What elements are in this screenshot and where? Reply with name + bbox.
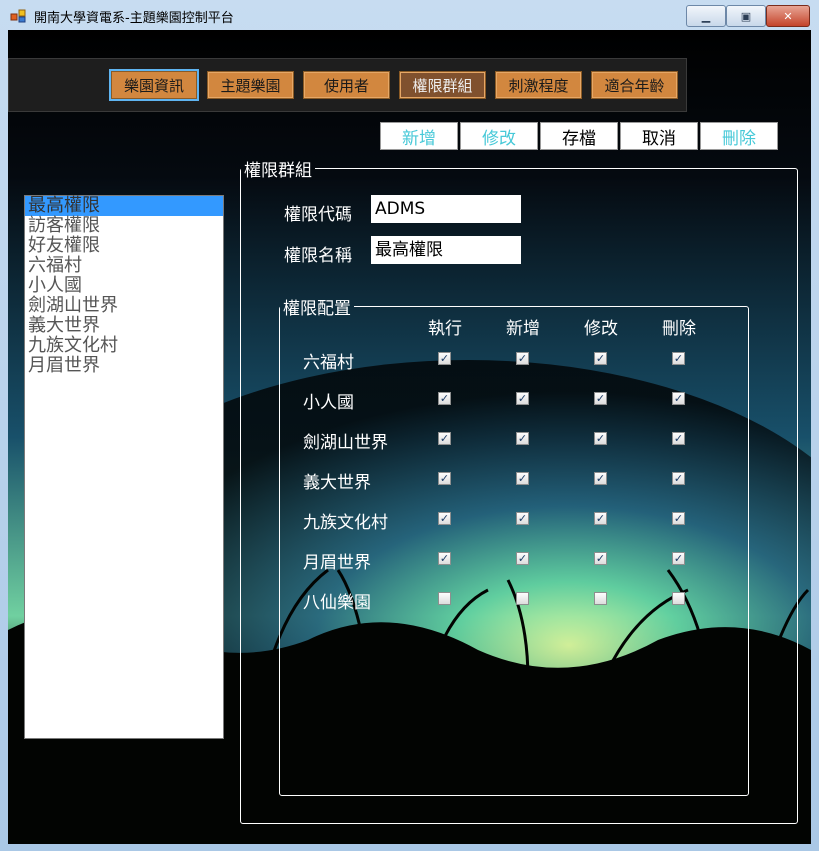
- permission-checkbox[interactable]: ✓: [672, 472, 685, 485]
- permission-checkbox[interactable]: ✓: [438, 392, 451, 405]
- menu-users[interactable]: 使用者: [303, 71, 390, 99]
- permission-checkbox[interactable]: [672, 592, 685, 605]
- list-item[interactable]: 九族文化村: [25, 336, 223, 356]
- menu-thrill-level[interactable]: 刺激程度: [495, 71, 582, 99]
- nav-menu-bar: 樂園資訊 主題樂園 使用者 權限群組 刺激程度 適合年齡: [8, 58, 687, 112]
- list-item[interactable]: 小人國: [25, 276, 223, 296]
- permission-checkbox[interactable]: ✓: [672, 552, 685, 565]
- config-row-label: 劍湖山世界: [303, 433, 388, 453]
- config-row-label: 八仙樂園: [303, 593, 371, 613]
- permission-checkbox[interactable]: ✓: [594, 352, 607, 365]
- close-icon: ✕: [783, 9, 793, 23]
- permission-checkbox[interactable]: ✓: [516, 392, 529, 405]
- permission-listbox[interactable]: 最高權限 訪客權限 好友權限 六福村 小人國 劍湖山世界 義大世界 九族文化村 …: [24, 195, 224, 739]
- permission-checkbox[interactable]: ✓: [594, 552, 607, 565]
- window-title: 開南大學資電系-主題樂園控制平台: [34, 11, 234, 26]
- maximize-icon: ▣: [740, 9, 752, 23]
- code-label: 權限代碼: [284, 205, 352, 225]
- config-row-label: 六福村: [303, 353, 354, 373]
- permission-checkbox[interactable]: ✓: [672, 352, 685, 365]
- save-button[interactable]: 存檔: [540, 122, 618, 150]
- column-header-execute: 執行: [428, 319, 462, 339]
- cancel-button[interactable]: 取消: [620, 122, 698, 150]
- permission-checkbox[interactable]: ✓: [594, 392, 607, 405]
- permission-checkbox[interactable]: ✓: [438, 432, 451, 445]
- app-window: 開南大學資電系-主題樂園控制平台 ▁ ▣ ✕ 樂園資訊 主題樂園 使用者 權限群…: [0, 0, 819, 851]
- group-legend: 權限群組: [244, 161, 312, 181]
- permission-checkbox[interactable]: ✓: [672, 392, 685, 405]
- column-header-add: 新增: [506, 319, 540, 339]
- permission-checkbox[interactable]: ✓: [438, 552, 451, 565]
- config-row-label: 小人國: [303, 393, 354, 413]
- add-button[interactable]: 新增: [380, 122, 458, 150]
- permission-checkbox[interactable]: ✓: [516, 512, 529, 525]
- permission-checkbox[interactable]: ✓: [438, 352, 451, 365]
- list-item[interactable]: 最高權限: [25, 196, 223, 216]
- close-button[interactable]: ✕: [766, 5, 810, 27]
- name-label: 權限名稱: [284, 246, 352, 266]
- permission-checkbox[interactable]: ✓: [438, 512, 451, 525]
- permission-checkbox[interactable]: ✓: [516, 472, 529, 485]
- list-item[interactable]: 六福村: [25, 256, 223, 276]
- config-legend: 權限配置: [283, 299, 351, 319]
- menu-park-info[interactable]: 樂園資訊: [111, 71, 197, 99]
- permission-checkbox[interactable]: [438, 592, 451, 605]
- code-field[interactable]: ADMS: [371, 195, 521, 223]
- permission-checkbox[interactable]: ✓: [672, 512, 685, 525]
- permission-checkbox[interactable]: ✓: [594, 432, 607, 445]
- permission-checkbox[interactable]: ✓: [516, 552, 529, 565]
- permission-checkbox[interactable]: ✓: [672, 432, 685, 445]
- list-item[interactable]: 訪客權限: [25, 216, 223, 236]
- list-item[interactable]: 月眉世界: [25, 356, 223, 376]
- list-item[interactable]: 好友權限: [25, 236, 223, 256]
- permission-checkbox[interactable]: ✓: [516, 432, 529, 445]
- permission-checkbox[interactable]: [594, 592, 607, 605]
- config-row-label: 九族文化村: [303, 513, 388, 533]
- client-area: 樂園資訊 主題樂園 使用者 權限群組 刺激程度 適合年齡 新增 修改 存檔 取消…: [8, 30, 811, 844]
- permission-checkbox[interactable]: [516, 592, 529, 605]
- column-header-delete: 刪除: [662, 319, 696, 339]
- edit-button[interactable]: 修改: [460, 122, 538, 150]
- minimize-button[interactable]: ▁: [686, 5, 726, 27]
- permission-checkbox[interactable]: ✓: [594, 512, 607, 525]
- minimize-icon: ▁: [701, 9, 711, 23]
- menu-permission-groups[interactable]: 權限群組: [399, 71, 486, 99]
- column-header-edit: 修改: [584, 319, 618, 339]
- maximize-button[interactable]: ▣: [726, 5, 766, 27]
- permission-checkbox[interactable]: ✓: [516, 352, 529, 365]
- list-item[interactable]: 劍湖山世界: [25, 296, 223, 316]
- list-item[interactable]: 義大世界: [25, 316, 223, 336]
- title-bar[interactable]: 開南大學資電系-主題樂園控制平台 ▁ ▣ ✕: [0, 0, 819, 30]
- permission-checkbox[interactable]: ✓: [594, 472, 607, 485]
- menu-theme-parks[interactable]: 主題樂園: [207, 71, 294, 99]
- permission-checkbox[interactable]: ✓: [438, 472, 451, 485]
- menu-age-range[interactable]: 適合年齡: [591, 71, 678, 99]
- config-row-label: 義大世界: [303, 473, 371, 493]
- app-icon: [10, 9, 26, 23]
- name-field[interactable]: 最高權限: [371, 236, 521, 264]
- delete-button[interactable]: 刪除: [700, 122, 778, 150]
- config-row-label: 月眉世界: [303, 553, 371, 573]
